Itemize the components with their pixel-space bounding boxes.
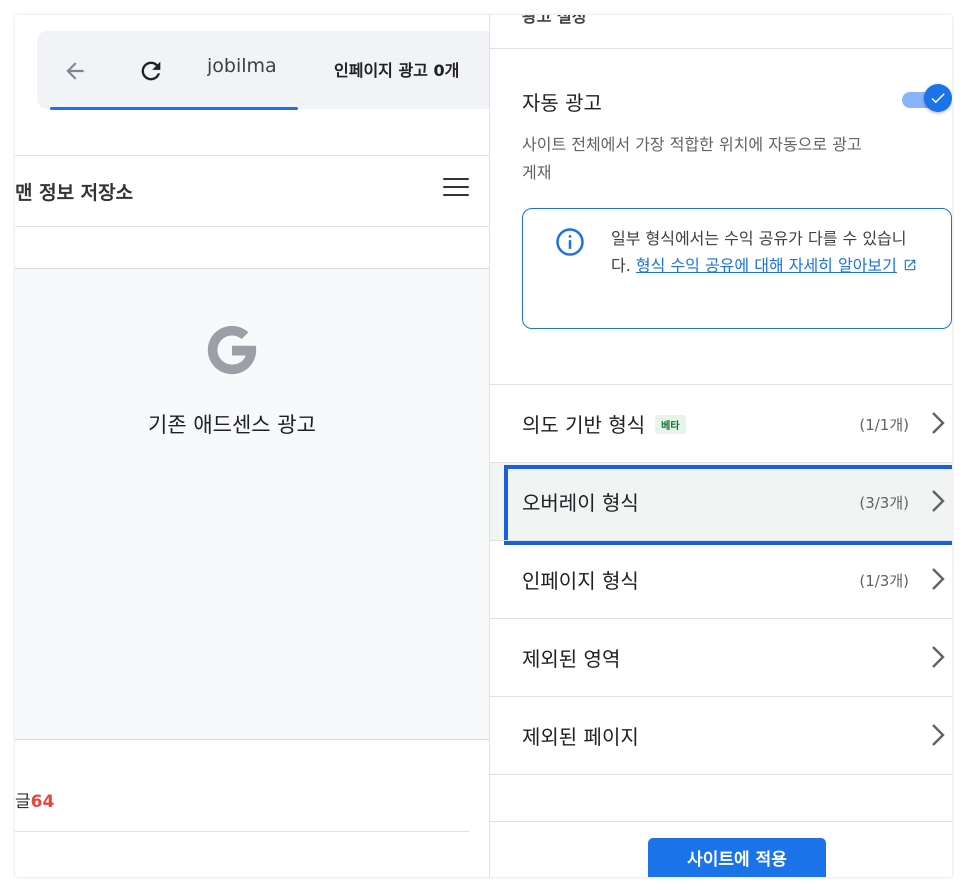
divider — [15, 831, 469, 832]
chevron-right-icon — [932, 568, 945, 590]
menu-icon[interactable] — [443, 178, 469, 200]
site-title: 맨 정보 저장소 — [15, 182, 134, 204]
row-count: (1/1개) — [859, 416, 909, 434]
row-excluded-areas[interactable]: 제외된 영역 — [490, 618, 952, 696]
info-icon — [556, 228, 584, 256]
row-label: 인페이지 형식 — [522, 569, 639, 593]
divider — [490, 774, 952, 775]
panel-footer: 사이트에 적용 — [490, 821, 952, 877]
tab-inpage-ads[interactable]: 인페이지 광고 0개 — [334, 57, 494, 87]
site-preview: jobilma 인페이지 광고 0개 맨 정보 저장소 기존 애드센스 광고 글… — [15, 15, 507, 877]
row-intent-formats[interactable]: 의도 기반 형식 베타 (1/1개) — [490, 384, 952, 462]
row-label: 제외된 페이지 — [522, 725, 639, 749]
row-label: 오버레이 형식 — [522, 491, 639, 515]
auto-ads-title: 자동 광고 — [522, 91, 602, 115]
row-count: (1/3개) — [859, 572, 909, 590]
post-count-value: 64 — [30, 792, 55, 812]
check-icon — [931, 93, 945, 104]
ad-placeholder-label: 기존 애드센스 광고 — [148, 413, 316, 437]
preview-toolbar: jobilma 인페이지 광고 0개 — [37, 31, 507, 110]
external-link-icon[interactable] — [903, 258, 917, 272]
reload-icon — [141, 61, 161, 81]
beta-badge: 베타 — [655, 415, 686, 434]
apply-to-site-button[interactable]: 사이트에 적용 — [648, 838, 826, 877]
row-label: 제외된 영역 — [522, 647, 621, 671]
row-excluded-pages[interactable]: 제외된 페이지 — [490, 696, 952, 774]
back-button[interactable] — [55, 51, 95, 91]
format-list: 의도 기반 형식 베타 (1/1개) 오버레이 형식 (3/3개) 인페이지 형식… — [490, 384, 952, 775]
post-count: 글64 — [15, 792, 55, 812]
revenue-share-link[interactable]: 형식 수익 공유에 대해 자세히 알아보기 — [636, 256, 897, 275]
row-label: 의도 기반 형식 — [522, 413, 646, 437]
row-count: (3/3개) — [859, 494, 909, 512]
arrow-left-icon — [66, 62, 84, 80]
chevron-right-icon — [932, 724, 945, 746]
section-header: 광고 설정 — [522, 15, 587, 26]
row-inpage-formats[interactable]: 인페이지 형식 (1/3개) — [490, 540, 952, 618]
revenue-share-notice: 일부 형식에서는 수익 공유가 다를 수 있습니다. 형식 수익 공유에 대해 … — [522, 208, 952, 329]
notice-text: 일부 형식에서는 수익 공유가 다를 수 있습니다. 형식 수익 공유에 대해 … — [611, 225, 921, 279]
divider — [490, 48, 952, 49]
window: jobilma 인페이지 광고 0개 맨 정보 저장소 기존 애드센스 광고 글… — [15, 15, 952, 877]
chevron-right-icon — [932, 646, 945, 668]
tab-preview-site[interactable]: jobilma — [207, 55, 295, 85]
chevron-right-icon — [932, 490, 945, 512]
ad-settings-panel: 광고 설정 자동 광고 사이트 전체에서 가장 적합한 위치에 자동으로 광고 … — [489, 15, 952, 877]
active-tab-indicator — [50, 107, 298, 110]
reload-button[interactable] — [131, 51, 171, 91]
row-overlay-formats[interactable]: 오버레이 형식 (3/3개) — [490, 462, 952, 545]
existing-ad-placeholder: 기존 애드센스 광고 — [15, 268, 489, 740]
google-g-icon — [207, 325, 257, 375]
auto-ads-toggle[interactable] — [902, 84, 952, 112]
chevron-right-icon — [932, 412, 945, 434]
auto-ads-description: 사이트 전체에서 가장 적합한 위치에 자동으로 광고 게재 — [522, 135, 862, 182]
site-header: 맨 정보 저장소 — [15, 155, 489, 227]
